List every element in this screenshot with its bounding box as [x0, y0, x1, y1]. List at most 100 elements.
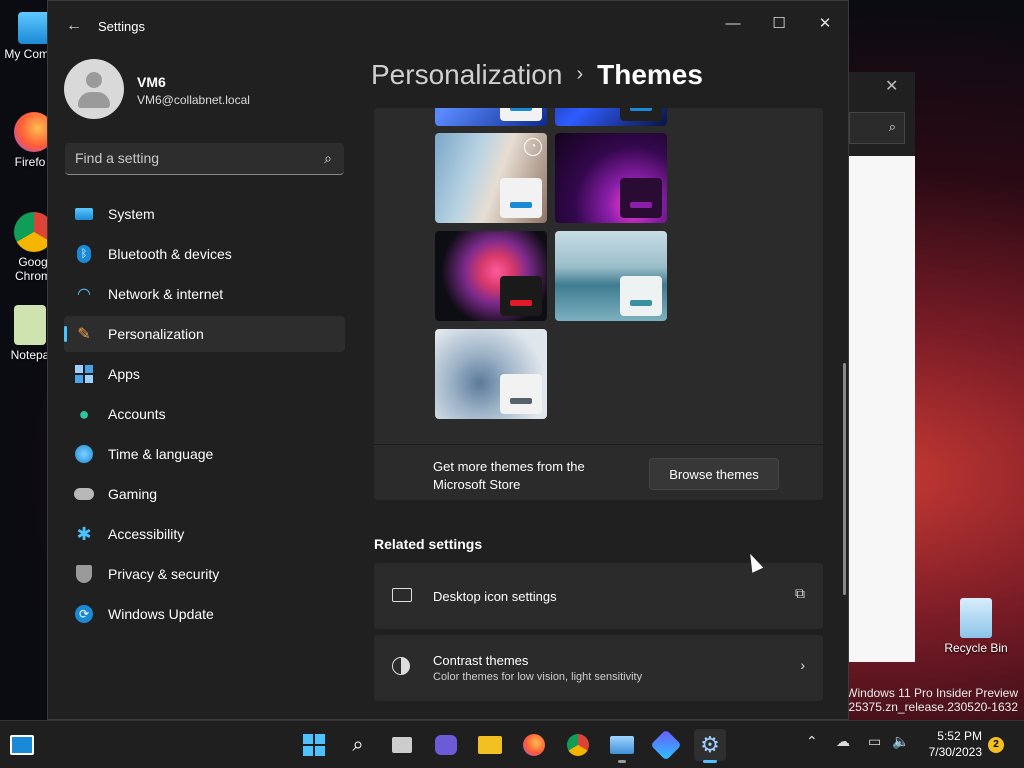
user-name: VM6 [137, 74, 166, 90]
minimize-button[interactable]: — [710, 9, 756, 39]
theme-thumbnail[interactable] [435, 329, 547, 419]
sidebar-item-gaming[interactable]: Gaming [64, 476, 345, 512]
update-icon: ⟳ [74, 604, 94, 624]
divider [374, 444, 823, 445]
widgets-button[interactable] [6, 729, 38, 761]
chrome-icon [567, 734, 589, 756]
sidebar-item-network[interactable]: ◠ Network & internet [64, 276, 345, 312]
notification-badge[interactable]: 2 [988, 737, 1004, 753]
desktop-icon-label: Notepa [10, 348, 50, 362]
window-title: Settings [98, 19, 145, 34]
network-icon[interactable]: ▭ [868, 733, 881, 750]
desktop-icon-label: Recycle Bin [944, 641, 1008, 655]
firefox-icon [523, 734, 545, 756]
breadcrumb-parent[interactable]: Personalization [371, 59, 562, 90]
contrast-icon [392, 657, 412, 677]
gear-icon: ⚙ [700, 732, 720, 757]
notepad-icon [14, 305, 46, 345]
search-icon: ⌕ [352, 733, 364, 756]
sidebar-item-accounts[interactable]: ● Accounts [64, 396, 345, 432]
gamepad-icon [74, 484, 94, 504]
sidebar-item-label: Apps [108, 366, 140, 382]
theme-thumbnail[interactable] [555, 108, 667, 126]
title-bar[interactable]: ← Settings — ☐ ✕ [48, 1, 848, 51]
wifi-icon: ◠ [77, 286, 91, 303]
sidebar-item-privacy[interactable]: Privacy & security [64, 556, 345, 592]
desktop-icon-recycle-bin[interactable]: Recycle Bin [944, 598, 1008, 655]
sidebar-item-time-language[interactable]: Time & language [64, 436, 345, 472]
search-button[interactable]: ⌕ [342, 729, 374, 761]
sidebar-item-label: Personalization [108, 326, 204, 342]
sidebar-item-label: Network & internet [108, 286, 224, 302]
background-search-box[interactable]: ⌕ [849, 112, 905, 144]
control-panel-button[interactable] [606, 729, 638, 763]
sidebar-item-personalization[interactable]: ✎ Personalization [64, 316, 345, 352]
app-taskbar-button[interactable] [650, 729, 682, 761]
globe-clock-icon [74, 444, 94, 464]
chrome-taskbar-button[interactable] [562, 729, 594, 761]
clock-date: 7/30/2023 [928, 745, 982, 759]
desktop-icon-label: Firefo [14, 155, 46, 169]
external-link-icon: ⧉ [795, 585, 805, 601]
taskbar: ⌕ ⚙ ⌃ ☁ ▭ 🔈 5:52 PM 7/30/2023 2 [0, 720, 1024, 768]
background-window [845, 72, 915, 662]
back-arrow-icon[interactable]: ← [66, 17, 82, 35]
clock[interactable]: 5:52 PM 7/30/2023 [918, 728, 982, 760]
user-email: VM6@collabnet.local [137, 93, 250, 107]
contrast-themes-title: Contrast themes [433, 653, 529, 668]
background-window-titlebar: ✕ ⌕ [845, 72, 915, 156]
close-button[interactable]: ✕ [802, 9, 848, 39]
sidebar-item-label: Privacy & security [108, 566, 220, 582]
theme-thumbnail[interactable]: ◔ [435, 133, 547, 223]
sidebar-item-label: Accessibility [108, 526, 185, 542]
maximize-button[interactable]: ☐ [756, 9, 802, 39]
app-icon [650, 729, 682, 761]
sidebar-item-label: Accounts [108, 406, 166, 422]
scrollbar[interactable] [843, 363, 846, 595]
sidebar-item-system[interactable]: System [64, 196, 345, 232]
user-profile[interactable]: VM6 VM6@collabnet.local [64, 59, 344, 121]
sidebar-nav: System ᛒ Bluetooth & devices ◠ Network &… [64, 196, 345, 636]
desktop-icon-settings-title: Desktop icon settings [433, 589, 557, 604]
apps-icon [74, 364, 94, 384]
theme-thumbnail[interactable] [555, 231, 667, 321]
desktop-icon-settings-row[interactable]: Desktop icon settings ⧉ [374, 563, 823, 629]
recycle-bin-icon [960, 598, 992, 638]
contrast-themes-subtitle: Color themes for low vision, light sensi… [433, 671, 643, 683]
page-title: Themes [597, 59, 703, 90]
avatar[interactable] [64, 59, 124, 119]
related-settings-heading: Related settings [374, 536, 483, 552]
close-icon[interactable]: ✕ [885, 76, 898, 96]
settings-window: ← Settings — ☐ ✕ VM6 VM6@collabnet.local… [47, 0, 849, 720]
settings-taskbar-button[interactable]: ⚙ [694, 729, 726, 763]
search-input[interactable] [75, 150, 305, 166]
sidebar-item-apps[interactable]: Apps [64, 356, 345, 392]
control-panel-icon [610, 736, 634, 754]
task-view-button[interactable] [386, 729, 418, 761]
theme-thumbnail[interactable] [555, 133, 667, 223]
person-icon: ● [78, 403, 90, 424]
sidebar-item-bluetooth[interactable]: ᛒ Bluetooth & devices [64, 236, 345, 272]
theme-thumbnail[interactable] [435, 108, 547, 126]
search-icon[interactable]: ⌕ [324, 150, 332, 167]
firefox-taskbar-button[interactable] [518, 729, 550, 761]
volume-icon[interactable]: 🔈 [892, 733, 909, 750]
browse-themes-button[interactable]: Browse themes [649, 458, 779, 490]
teams-chat-button[interactable] [430, 729, 462, 761]
themes-card: ◔ Get more themes from the Microsoft Sto… [374, 108, 823, 500]
sidebar-item-label: Time & language [108, 446, 214, 462]
contrast-themes-row[interactable]: Contrast themes Color themes for low vis… [374, 635, 823, 701]
sidebar-item-accessibility[interactable]: ✱ Accessibility [64, 516, 345, 552]
start-button[interactable] [298, 729, 330, 761]
chat-icon [435, 735, 457, 755]
onedrive-icon[interactable]: ☁ [836, 733, 850, 750]
file-explorer-button[interactable] [474, 729, 506, 761]
chevron-up-icon[interactable]: ⌃ [806, 733, 818, 750]
monitor-icon [74, 204, 94, 224]
widgets-icon [10, 735, 34, 755]
sidebar-item-windows-update[interactable]: ⟳ Windows Update [64, 596, 345, 632]
search-box[interactable]: ⌕ [65, 143, 344, 175]
theme-thumbnail[interactable] [435, 231, 547, 321]
windows-watermark: Windows 11 Pro Insider Preview ild 25375… [833, 686, 1018, 714]
breadcrumb: Personalization › Themes [371, 59, 703, 91]
